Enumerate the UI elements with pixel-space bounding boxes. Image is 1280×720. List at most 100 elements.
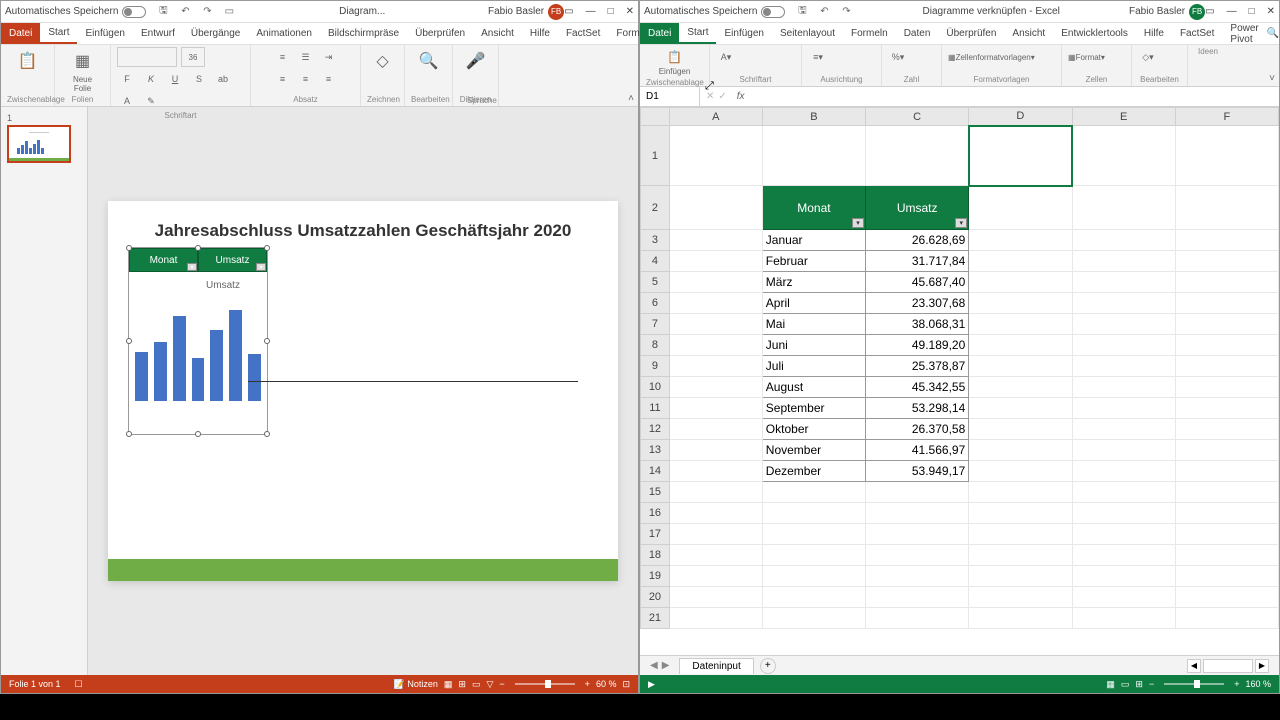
cell-styles-button[interactable]: ▦ Zellenformatvorlagen▾	[948, 47, 1035, 67]
cell-C7[interactable]: 38.068,31	[866, 314, 969, 335]
align-button[interactable]: ≡▾	[808, 47, 828, 67]
undo-icon[interactable]: ↶	[178, 5, 192, 19]
number-format-button[interactable]: %▾	[888, 47, 908, 67]
cell-E9[interactable]	[1072, 356, 1175, 377]
strike-button[interactable]: S	[189, 69, 209, 89]
cell-B10[interactable]: August	[762, 377, 865, 398]
row-header-10[interactable]: 10	[641, 377, 670, 398]
shadow-button[interactable]: ab	[213, 69, 233, 89]
cell-D5[interactable]	[969, 272, 1072, 293]
cell-E1[interactable]	[1072, 126, 1175, 186]
page-break-icon[interactable]: ⊞	[1135, 679, 1143, 690]
align-left-button[interactable]: ≡	[273, 69, 293, 89]
cell-D15[interactable]	[969, 482, 1072, 503]
cell-E14[interactable]	[1072, 461, 1175, 482]
bold-button[interactable]: F	[117, 69, 137, 89]
row-header-17[interactable]: 17	[641, 524, 670, 545]
cell-E20[interactable]	[1072, 587, 1175, 608]
maximize-icon[interactable]: □	[1249, 6, 1255, 17]
tab-entwurf[interactable]: Entwurf	[133, 23, 183, 44]
cell-D18[interactable]	[969, 545, 1072, 566]
cell-B17[interactable]	[762, 524, 865, 545]
bearbeiten-button[interactable]: 🔍	[411, 47, 446, 75]
collapse-ribbon-icon[interactable]: ˅	[1269, 73, 1275, 84]
cell-B11[interactable]: September	[762, 398, 865, 419]
cell-F16[interactable]	[1175, 503, 1278, 524]
cell-D20[interactable]	[969, 587, 1072, 608]
cell-B15[interactable]	[762, 482, 865, 503]
normal-view-icon[interactable]: ▦	[1106, 679, 1115, 690]
tab-datei[interactable]: Datei	[1, 23, 40, 44]
minimize-icon[interactable]: —	[586, 6, 596, 17]
tab-start[interactable]: Start	[40, 23, 77, 44]
cell-F11[interactable]	[1175, 398, 1278, 419]
cell-B19[interactable]	[762, 566, 865, 587]
new-slide-button[interactable]: ▦Neue Folie	[61, 47, 104, 95]
underline-button[interactable]: U	[165, 69, 185, 89]
user-avatar[interactable]: FB	[1189, 4, 1205, 20]
row-header-8[interactable]: 8	[641, 335, 670, 356]
cell-B2[interactable]: Monat▾	[762, 186, 865, 230]
autosave-toggle[interactable]	[122, 6, 146, 18]
cell-F12[interactable]	[1175, 419, 1278, 440]
row-header-4[interactable]: 4	[641, 251, 670, 272]
cell-E6[interactable]	[1072, 293, 1175, 314]
row-header-2[interactable]: 2	[641, 186, 670, 230]
cell-A1[interactable]	[669, 126, 762, 186]
row-header-15[interactable]: 15	[641, 482, 670, 503]
row-header-20[interactable]: 20	[641, 587, 670, 608]
row-header-19[interactable]: 19	[641, 566, 670, 587]
cell-A7[interactable]	[669, 314, 762, 335]
align-center-button[interactable]: ≡	[296, 69, 316, 89]
cell-C13[interactable]: 41.566,97	[866, 440, 969, 461]
cell-F15[interactable]	[1175, 482, 1278, 503]
cell-E12[interactable]	[1072, 419, 1175, 440]
cell-D7[interactable]	[969, 314, 1072, 335]
cell-E7[interactable]	[1072, 314, 1175, 335]
cell-B7[interactable]: Mai	[762, 314, 865, 335]
cell-C10[interactable]: 45.342,55	[866, 377, 969, 398]
redo-icon[interactable]: ↷	[200, 5, 214, 19]
cell-F14[interactable]	[1175, 461, 1278, 482]
row-header-9[interactable]: 9	[641, 356, 670, 377]
fontcolor-button[interactable]: A	[117, 91, 137, 111]
autosave-toggle[interactable]	[761, 6, 785, 18]
zoom-slider[interactable]	[515, 683, 575, 685]
tab-factset[interactable]: FactSet	[1172, 23, 1222, 44]
chart-object[interactable]: Monat▾ Umsatz▾ Umsatz	[128, 247, 268, 435]
row-header-16[interactable]: 16	[641, 503, 670, 524]
tab-bildschirm[interactable]: Bildschirmpräse	[320, 23, 407, 44]
cell-A17[interactable]	[669, 524, 762, 545]
cell-B6[interactable]: April	[762, 293, 865, 314]
cell-C8[interactable]: 49.189,20	[866, 335, 969, 356]
cell-C11[interactable]: 53.298,14	[866, 398, 969, 419]
cell-E5[interactable]	[1072, 272, 1175, 293]
clear-button[interactable]: ◇▾	[1138, 47, 1158, 67]
row-header-7[interactable]: 7	[641, 314, 670, 335]
page-layout-icon[interactable]: ▭	[1121, 679, 1130, 690]
cell-A20[interactable]	[669, 587, 762, 608]
cell-A6[interactable]	[669, 293, 762, 314]
cell-D6[interactable]	[969, 293, 1072, 314]
cell-C9[interactable]: 25.378,87	[866, 356, 969, 377]
slide-canvas[interactable]: Jahresabschluss Umsatzzahlen Geschäftsja…	[108, 201, 618, 581]
tab-ansicht[interactable]: Ansicht	[473, 23, 522, 44]
cell-B18[interactable]	[762, 545, 865, 566]
cell-B13[interactable]: November	[762, 440, 865, 461]
undo-icon[interactable]: ↶	[817, 5, 831, 19]
collapse-ribbon-icon[interactable]: ˄	[628, 93, 634, 104]
cell-E21[interactable]	[1072, 608, 1175, 629]
slide-thumbnail-1[interactable]: —————	[7, 125, 71, 163]
cell-B3[interactable]: Januar	[762, 230, 865, 251]
cell-E10[interactable]	[1072, 377, 1175, 398]
font-combo[interactable]	[117, 47, 177, 67]
cell-D1[interactable]	[969, 126, 1072, 186]
cell-C1[interactable]	[866, 126, 969, 186]
cell-A5[interactable]	[669, 272, 762, 293]
slideshow-icon[interactable]: ▭	[222, 5, 236, 19]
row-header-14[interactable]: 14	[641, 461, 670, 482]
numbering-button[interactable]: ☰	[296, 47, 316, 67]
cell-D16[interactable]	[969, 503, 1072, 524]
italic-button[interactable]: K	[141, 69, 161, 89]
sheet-nav-prev-icon[interactable]: ◀	[650, 660, 658, 671]
